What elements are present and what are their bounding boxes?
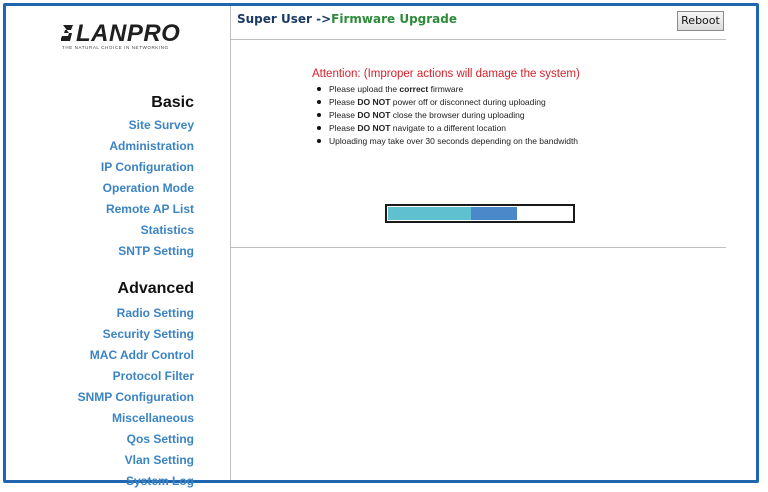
- instruction-text-bold: DO NOT: [357, 123, 391, 133]
- sidebar-item-statistics[interactable]: Statistics: [141, 223, 194, 237]
- sidebar-item-sntp-setting[interactable]: SNTP Setting: [118, 244, 194, 258]
- logo-mark-icon: [61, 25, 73, 41]
- attention-warning: Attention: (Improper actions will damage…: [312, 68, 580, 80]
- bullet-icon: [317, 139, 321, 143]
- instruction-text-pre: Please: [329, 97, 358, 107]
- sidebar-item-system-log[interactable]: System Log: [126, 474, 194, 488]
- logo-name: LANPRO: [76, 20, 181, 47]
- lanpro-logo: LANPRO THE NATURAL CHOICE IN NETWORKING: [61, 20, 202, 52]
- instruction-text-post: navigate to a different location: [390, 123, 507, 133]
- sidebar-item-radio-setting[interactable]: Radio Setting: [117, 306, 194, 320]
- main-content: Super User ->Firmware Upgrade Reboot Att…: [231, 6, 756, 480]
- instruction-text-bold: DO NOT: [357, 110, 391, 120]
- bullet-icon: [317, 126, 321, 130]
- instruction-item: Please upload the correct firmware: [317, 83, 578, 96]
- logo-tagline: THE NATURAL CHOICE IN NETWORKING: [62, 45, 169, 50]
- instruction-item: Please DO NOT power off or disconnect du…: [317, 96, 578, 109]
- app-frame: LANPRO THE NATURAL CHOICE IN NETWORKING …: [3, 3, 759, 488]
- instruction-item: Uploading may take over 30 seconds depen…: [317, 135, 578, 148]
- sidebar-item-operation-mode[interactable]: Operation Mode: [103, 181, 194, 195]
- sidebar-item-protocol-filter[interactable]: Protocol Filter: [113, 369, 194, 383]
- progress-segment: [471, 207, 517, 220]
- bullet-icon: [317, 100, 321, 104]
- instruction-item: Please DO NOT close the browser during u…: [317, 109, 578, 122]
- instruction-text-pre: Please upload the: [329, 84, 400, 94]
- instruction-text-bold: DO NOT: [357, 97, 391, 107]
- instruction-item: Please DO NOT navigate to a different lo…: [317, 122, 578, 135]
- sidebar-item-qos-setting[interactable]: Qos Setting: [127, 432, 194, 446]
- header-divider: [231, 39, 726, 40]
- bullet-icon: [317, 113, 321, 117]
- breadcrumb-prefix: Super User ->: [237, 12, 332, 26]
- sidebar-item-mac-addr-control[interactable]: MAC Addr Control: [90, 348, 194, 362]
- breadcrumb: Super User ->Firmware Upgrade: [237, 12, 457, 26]
- sidebar: LANPRO THE NATURAL CHOICE IN NETWORKING …: [6, 6, 231, 488]
- upload-progress-bar: [385, 204, 575, 223]
- page-title: Firmware Upgrade: [331, 12, 457, 26]
- instruction-text-pre: Please: [329, 110, 358, 120]
- content-divider: [231, 247, 726, 248]
- instruction-text-bold: correct: [399, 84, 429, 94]
- sidebar-item-security-setting[interactable]: Security Setting: [103, 327, 194, 341]
- bullet-icon: [317, 87, 321, 91]
- progress-segment: [388, 207, 471, 220]
- instruction-list: Please upload the correct firmware Please…: [317, 83, 578, 148]
- instruction-text-post: close the browser during uploading: [390, 110, 525, 120]
- instruction-text-pre: Uploading may take over 30 seconds depen…: [329, 136, 579, 146]
- sidebar-item-vlan-setting[interactable]: Vlan Setting: [125, 453, 194, 467]
- advanced-heading: Advanced: [117, 280, 194, 297]
- sidebar-item-site-survey[interactable]: Site Survey: [129, 118, 194, 132]
- basic-heading: Basic: [151, 94, 194, 111]
- instruction-text-pre: Please: [329, 123, 358, 133]
- instruction-text-post: firmware: [428, 84, 464, 94]
- sidebar-item-administration[interactable]: Administration: [109, 139, 194, 153]
- progress-fill: [388, 207, 517, 220]
- sidebar-item-ip-configuration[interactable]: IP Configuration: [101, 160, 194, 174]
- instruction-text-post: power off or disconnect during uploading: [390, 97, 546, 107]
- sidebar-item-miscellaneous[interactable]: Miscellaneous: [112, 411, 194, 425]
- sidebar-item-snmp-configuration[interactable]: SNMP Configuration: [78, 390, 194, 404]
- reboot-button[interactable]: Reboot: [677, 11, 724, 31]
- sidebar-item-remote-ap-list[interactable]: Remote AP List: [106, 202, 194, 216]
